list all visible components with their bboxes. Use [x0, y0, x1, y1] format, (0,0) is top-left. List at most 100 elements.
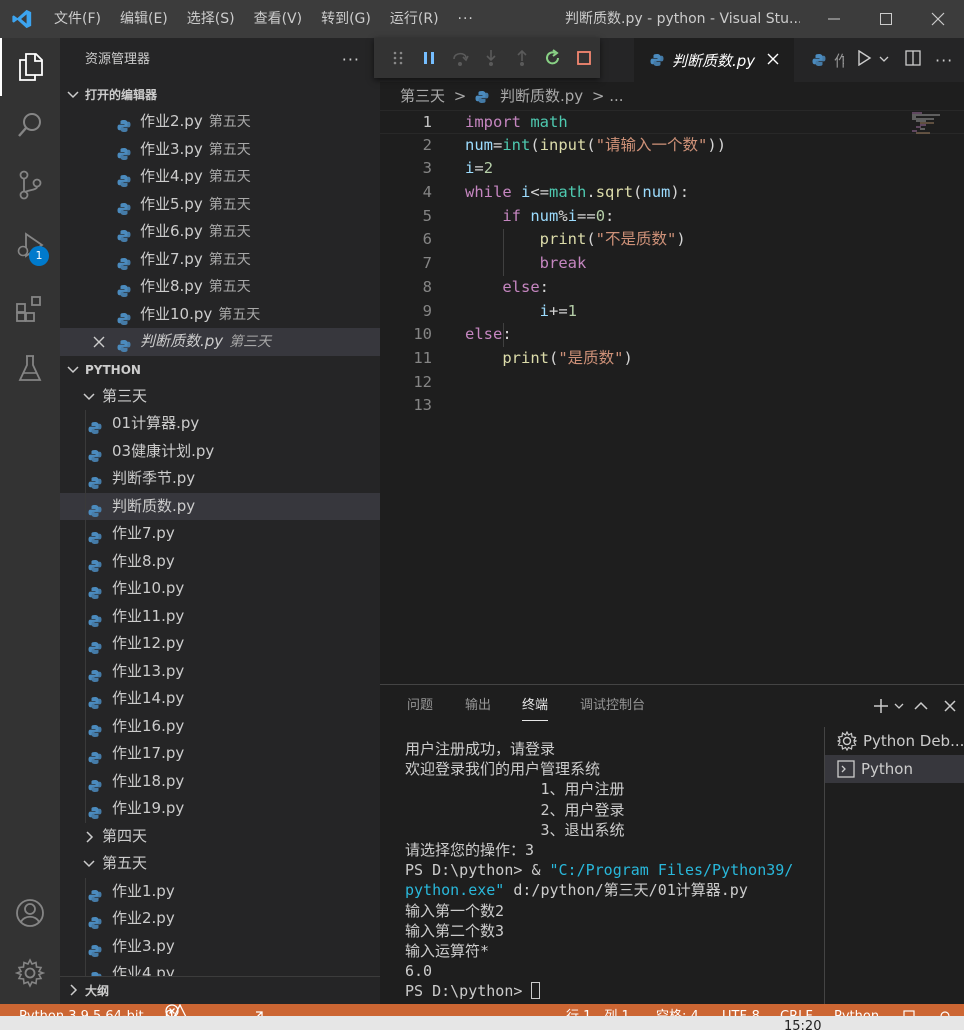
split-editor-icon[interactable]	[905, 50, 921, 70]
chevron-down-icon[interactable]	[892, 701, 906, 711]
open-editor-item[interactable]: 作业6.py 第五天	[60, 218, 380, 246]
step-into-icon[interactable]	[475, 38, 506, 78]
account-icon[interactable]	[0, 884, 60, 942]
python-file-icon	[117, 280, 131, 297]
extensions-icon[interactable]	[0, 280, 60, 338]
tab-debug-console[interactable]: 调试控制台	[580, 685, 645, 727]
open-editor-item[interactable]: 作业8.py 第五天	[60, 273, 380, 301]
open-editors-header[interactable]: 打开的编辑器	[60, 82, 380, 108]
menu-run[interactable]: 运行(R)	[380, 0, 448, 38]
explorer-icon[interactable]	[0, 38, 60, 96]
restart-icon[interactable]	[538, 38, 569, 78]
pause-icon[interactable]	[413, 38, 444, 78]
file-item[interactable]: 作业11.py	[60, 602, 380, 630]
run-file-icon[interactable]	[856, 49, 872, 70]
python-file-icon	[88, 555, 102, 572]
tree-indent-guide	[85, 685, 86, 713]
minimap[interactable]	[912, 112, 952, 136]
stop-icon[interactable]	[569, 38, 600, 78]
file-item[interactable]: 作业2.py	[60, 905, 380, 933]
settings-gear-icon[interactable]	[0, 944, 60, 1002]
breadcrumb-folder[interactable]: 第三天	[400, 87, 445, 105]
python-file-icon	[117, 335, 131, 352]
open-editor-item[interactable]: 作业7.py 第五天	[60, 246, 380, 274]
file-item[interactable]: 判断质数.py	[60, 492, 380, 520]
file-name: 判断季节.py	[112, 469, 196, 487]
folder-day5[interactable]: 第五天	[60, 850, 380, 878]
open-editor-item[interactable]: 作业10.py 第五天	[60, 301, 380, 329]
open-editor-item-active[interactable]: 判断质数.py 第三天	[60, 328, 380, 356]
explorer-sidebar: 资源管理器 ··· 打开的编辑器 作业2.py 第五天 作业3.py 第五天 作业4…	[60, 38, 380, 1004]
menu-edit[interactable]: 编辑(E)	[110, 0, 177, 38]
open-editors-label: 打开的编辑器	[85, 88, 158, 102]
tab-terminal[interactable]: 终端	[522, 685, 549, 721]
workspace-label: PYTHON	[85, 362, 141, 377]
terminal-item-debug[interactable]: Python Deb...	[825, 727, 964, 755]
file-item[interactable]: 作业14.py	[60, 685, 380, 713]
menu-file[interactable]: 文件(F)	[44, 0, 110, 38]
terminal-item-label: Python	[861, 760, 913, 778]
file-item[interactable]: 作业16.py	[60, 712, 380, 740]
file-item[interactable]: 作业12.py	[60, 630, 380, 658]
terminal-output[interactable]: 用户注册成功，请登录 欢迎登录我们的用户管理系统 1、用户注册 2、用户登录 3…	[405, 739, 825, 1001]
step-over-icon[interactable]	[444, 38, 475, 78]
close-window-button[interactable]	[912, 0, 964, 38]
code-editor[interactable]: 1 import math 2 num=int(input("请输入一个数")) 3…	[380, 110, 964, 684]
file-item[interactable]: 作业1.py	[60, 877, 380, 905]
file-name: 作业3.py	[112, 936, 175, 955]
breadcrumb-file[interactable]: 判断质数.py	[500, 87, 583, 105]
open-editor-item[interactable]: 作业2.py 第五天	[60, 108, 380, 136]
close-panel-icon[interactable]	[936, 700, 964, 712]
folder-day4[interactable]: 第四天	[60, 823, 380, 851]
file-item[interactable]: 作业10.py	[60, 575, 380, 603]
close-tab-icon[interactable]	[767, 51, 779, 69]
file-item[interactable]: 01计算器.py	[60, 410, 380, 438]
file-item[interactable]: 作业18.py	[60, 767, 380, 795]
workspace-header[interactable]: PYTHON	[60, 357, 380, 383]
panel-tabs: 问题 输出 终端 调试控制台	[380, 685, 964, 727]
maximize-panel-icon[interactable]	[906, 701, 936, 711]
drag-handle-icon[interactable]	[382, 38, 413, 78]
menu-go[interactable]: 转到(G)	[311, 0, 380, 38]
file-name: 作业10.py	[112, 579, 185, 597]
open-editor-item[interactable]: 作业3.py 第五天	[60, 136, 380, 164]
folder-name: 第四天	[102, 826, 148, 845]
tab-other-file[interactable]: 作	[794, 38, 849, 82]
python-file-icon	[88, 885, 102, 902]
folder-day3[interactable]: 第三天	[60, 383, 380, 411]
breadcrumb-symbols[interactable]: > ...	[592, 87, 624, 105]
python-file-icon	[88, 720, 102, 737]
source-control-icon[interactable]	[0, 156, 60, 214]
menu-view[interactable]: 查看(V)	[244, 0, 312, 38]
file-item[interactable]: 作业8.py	[60, 547, 380, 575]
testing-flask-icon[interactable]	[0, 340, 60, 398]
tab-problems[interactable]: 问题	[407, 685, 433, 727]
outline-header[interactable]: 大纲	[60, 976, 380, 1004]
tab-output[interactable]: 输出	[465, 685, 491, 727]
menu-selection[interactable]: 选择(S)	[177, 0, 244, 38]
maximize-button[interactable]	[860, 0, 912, 38]
file-item[interactable]: 作业19.py	[60, 795, 380, 823]
chevron-down-icon[interactable]	[879, 53, 889, 68]
file-item[interactable]: 判断季节.py	[60, 465, 380, 493]
editor-more-button[interactable]: ···	[935, 51, 953, 70]
run-debug-icon[interactable]: 1	[0, 216, 60, 274]
new-terminal-plus-icon[interactable]	[870, 698, 892, 714]
file-item[interactable]: 03健康计划.py	[60, 437, 380, 465]
editor-actions: ···	[844, 38, 964, 82]
file-item[interactable]: 作业17.py	[60, 740, 380, 768]
menu-more-button[interactable]: ···	[448, 0, 484, 38]
tab-active-file[interactable]: 判断质数.py	[634, 38, 794, 82]
file-item[interactable]: 作业3.py	[60, 932, 380, 960]
python-file-icon	[812, 53, 826, 67]
open-editor-item[interactable]: 作业5.py 第五天	[60, 191, 380, 219]
minimize-button[interactable]	[808, 0, 860, 38]
file-item[interactable]: 作业13.py	[60, 657, 380, 685]
file-item[interactable]: 作业7.py	[60, 520, 380, 548]
search-icon[interactable]	[0, 96, 60, 154]
explorer-more-button[interactable]: ···	[342, 38, 360, 82]
step-out-icon[interactable]	[507, 38, 538, 78]
terminal-item-python[interactable]: Python	[825, 755, 964, 783]
open-editor-item[interactable]: 作业4.py 第五天	[60, 163, 380, 191]
code-line: 2 num=int(input("请输入一个数"))	[380, 134, 964, 158]
